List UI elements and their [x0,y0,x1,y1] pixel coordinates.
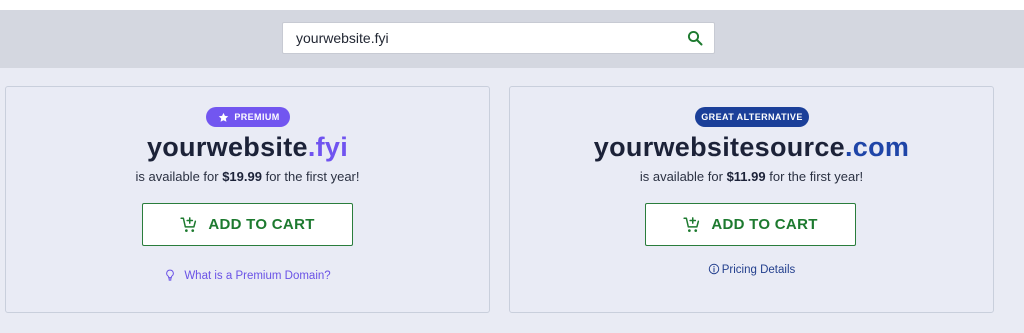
premium-badge: PREMIUM [206,107,290,127]
premium-domain-help-link[interactable]: What is a Premium Domain? [6,269,489,282]
search-box [282,22,715,54]
availability-suffix: for the first year! [765,169,864,184]
add-to-cart-label: ADD TO CART [711,216,818,233]
domain-title: yourwebsitesource.com [510,132,993,163]
availability-prefix: is available for [135,169,223,184]
price: $11.99 [726,169,766,184]
badge-label: GREAT ALTERNATIVE [701,112,803,122]
badge-label: PREMIUM [234,112,280,122]
availability-text: is available for $11.99 for the first ye… [510,169,993,184]
price: $19.99 [222,169,262,184]
search-bar [0,10,1024,68]
info-circle-icon [708,263,719,275]
search-input[interactable] [283,23,686,53]
availability-prefix: is available for [639,169,727,184]
domain-tld: .fyi [307,132,349,162]
domain-tld: .com [844,132,910,162]
availability-suffix: for the first year! [261,169,360,184]
help-link-label: What is a Premium Domain? [184,270,331,282]
result-card-alternative: GREAT ALTERNATIVE yourwebsitesource.com … [509,86,994,313]
result-card-premium: PREMIUM yourwebsite.fyi is available for… [5,86,490,313]
add-to-cart-button[interactable]: ADD TO CART [142,203,353,246]
add-to-cart-button[interactable]: ADD TO CART [645,203,856,246]
lightbulb-icon [166,269,175,281]
domain-name: yourwebsitesource [593,132,845,162]
help-link-label: Pricing Details [721,264,796,276]
availability-text: is available for $19.99 for the first ye… [6,169,489,184]
top-strip [0,0,1024,10]
alternative-badge: GREAT ALTERNATIVE [695,107,809,127]
star-icon [219,112,229,122]
search-icon[interactable] [687,30,703,46]
cart-plus-icon [683,216,700,232]
add-to-cart-label: ADD TO CART [208,216,315,233]
domain-name: yourwebsite [146,132,308,162]
cart-plus-icon [180,216,197,232]
pricing-details-link[interactable]: Pricing Details [510,263,993,276]
domain-title: yourwebsite.fyi [6,132,489,163]
